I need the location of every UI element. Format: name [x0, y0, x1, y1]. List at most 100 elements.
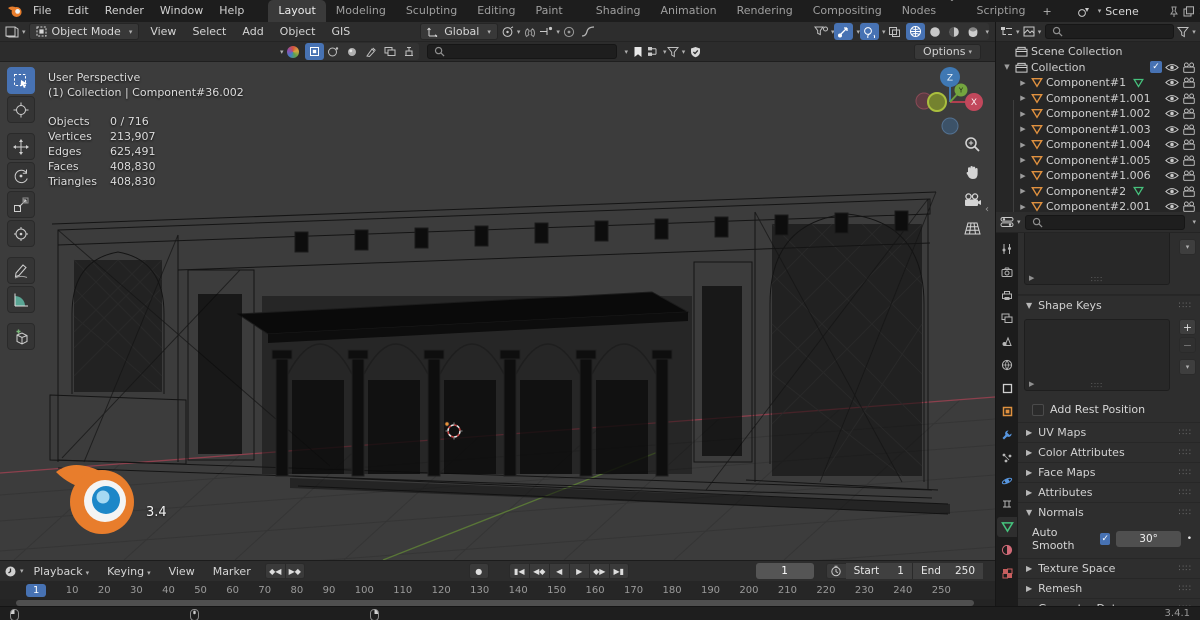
shape-keys-panel-header[interactable]: ▼ Shape Keys ∷∷ — [1018, 295, 1200, 315]
shading-rendered-button[interactable] — [963, 23, 982, 40]
jump-to-end-button[interactable]: ▶▮ — [608, 563, 629, 579]
properties-options-icon[interactable]: ▾ — [1192, 218, 1196, 226]
new-scene-icon[interactable] — [1183, 5, 1195, 18]
tab-object-data[interactable] — [997, 517, 1017, 538]
drag-grip-icon[interactable]: ∷∷ — [1179, 488, 1192, 498]
prev-keyframe-button[interactable]: ◀◆ — [528, 563, 549, 579]
outliner-row-object[interactable]: ▶ Component#1.002 — [996, 106, 1200, 122]
tab-scripting[interactable]: Scripting — [967, 0, 1036, 22]
outliner-row-collection[interactable]: ▼ Collection ✓ — [996, 60, 1200, 76]
properties-search-input[interactable] — [1024, 214, 1186, 230]
shading-material-button[interactable] — [944, 23, 963, 40]
tab-world[interactable] — [997, 355, 1017, 375]
drag-grip-icon[interactable]: ∷∷ — [1179, 584, 1192, 594]
drag-grip-icon[interactable]: ∷∷ — [1179, 468, 1192, 478]
tab-particles[interactable] — [997, 448, 1017, 468]
outliner-row-object[interactable]: ▶ Component#1.001 — [996, 91, 1200, 107]
current-frame-field[interactable]: 1 — [755, 563, 814, 579]
panel-divider[interactable] — [995, 22, 996, 606]
collapse-icon[interactable]: ▾ — [280, 48, 284, 56]
tab-tool[interactable] — [997, 239, 1017, 259]
drag-grip-icon[interactable]: ∷∷ — [1179, 428, 1192, 438]
expand-icon[interactable]: ▶ — [1018, 110, 1028, 118]
hide-viewport-icon[interactable] — [1165, 109, 1179, 118]
outliner-row-object[interactable]: ▶ Component#2 — [996, 184, 1200, 200]
tab-scene[interactable] — [997, 332, 1017, 352]
tab-animation[interactable]: Animation — [650, 0, 726, 22]
cursor-tool[interactable] — [7, 96, 35, 123]
options-button[interactable]: Options ▾ — [914, 43, 981, 60]
hide-viewport-icon[interactable] — [1165, 187, 1179, 196]
matcap-button[interactable] — [343, 43, 362, 60]
filter-funnel-icon[interactable]: ▾ — [667, 43, 686, 60]
zoom-icon[interactable] — [960, 132, 984, 156]
timeline-editor-icon[interactable]: ▾ — [4, 563, 24, 580]
disable-render-icon[interactable] — [1182, 139, 1196, 150]
pin-icon[interactable] — [1169, 5, 1179, 18]
add-cube-tool[interactable] — [7, 323, 35, 350]
uv-maps-panel-header[interactable]: ▶ UV Maps ∷∷ — [1018, 422, 1200, 442]
disable-render-icon[interactable] — [1182, 201, 1196, 212]
transform-tool[interactable] — [7, 220, 35, 247]
tab-physics[interactable] — [997, 471, 1017, 491]
menu-keying[interactable]: Keying ▾ — [99, 565, 158, 578]
rotate-tool[interactable] — [7, 162, 35, 189]
falloff-curve-icon[interactable] — [579, 23, 598, 40]
tab-output[interactable] — [997, 285, 1017, 305]
menu-render[interactable]: Render — [97, 0, 152, 22]
shading-dropdown-icon[interactable]: ▾ — [985, 28, 989, 36]
shading-solid-button[interactable] — [925, 23, 944, 40]
menu-view-timeline[interactable]: View — [161, 565, 203, 578]
pivot-point-dropdown[interactable]: ▾ — [501, 23, 520, 40]
chevron-down-icon[interactable]: ▾ — [1098, 7, 1102, 15]
move-tool[interactable] — [7, 133, 35, 160]
sphere-dots-button[interactable] — [324, 43, 343, 60]
hide-viewport-icon[interactable] — [1165, 171, 1179, 180]
shape-keys-list[interactable]: ▶ ∷∷ — [1024, 319, 1170, 391]
scene-icon[interactable] — [1077, 5, 1091, 18]
play-reverse-button[interactable]: ◀ — [548, 563, 569, 579]
menu-help[interactable]: Help — [211, 0, 252, 22]
expand-icon[interactable]: ▶ — [1018, 94, 1028, 102]
disable-render-icon[interactable] — [1182, 108, 1196, 119]
snap-target-dropdown[interactable]: ▾ — [539, 23, 560, 40]
outliner-filter-icon[interactable]: ▾ — [1177, 23, 1196, 40]
tab-view-layer[interactable] — [997, 309, 1017, 329]
overlays-toggle[interactable] — [859, 23, 879, 40]
resize-grip[interactable]: ∷∷ — [1091, 381, 1103, 390]
disable-render-icon[interactable] — [1182, 155, 1196, 166]
outliner-display-mode-icon[interactable]: ▾ — [1000, 23, 1020, 40]
expand-icon[interactable]: ▶ — [1018, 172, 1028, 180]
tab-sculpting[interactable]: Sculpting — [396, 0, 467, 22]
menu-edit[interactable]: Edit — [59, 0, 96, 22]
add-shape-key-button[interactable]: + — [1179, 319, 1196, 335]
tab-texture[interactable] — [997, 564, 1017, 584]
outliner-row-object[interactable]: ▶ Component#1.006 — [996, 168, 1200, 184]
pan-hand-icon[interactable] — [960, 160, 984, 184]
geometry-data-panel-header[interactable]: ▶Geometry Data∷∷ — [1018, 598, 1200, 606]
outliner-row-scene-collection[interactable]: Scene Collection — [996, 44, 1200, 60]
vertex-groups-specials-button[interactable]: ▾ — [1179, 239, 1196, 255]
drag-grip-icon[interactable]: ∷∷ — [1179, 448, 1192, 458]
annotate-tool[interactable] — [7, 257, 35, 284]
material-preview-sphere-icon[interactable] — [284, 43, 303, 60]
disable-render-icon[interactable] — [1182, 170, 1196, 181]
tab-shading[interactable]: Shading — [586, 0, 651, 22]
collection-tree-icon[interactable]: ▾ — [647, 43, 667, 60]
tab-modifiers[interactable] — [997, 425, 1017, 445]
tab-object-orange[interactable] — [997, 401, 1017, 421]
outliner-row-object[interactable]: ▶ Component#1.005 — [996, 153, 1200, 169]
play-button[interactable]: ▶ — [568, 563, 589, 579]
expand-icon[interactable]: ▶ — [1018, 125, 1028, 133]
tool-search-input[interactable] — [426, 44, 617, 59]
hide-viewport-icon[interactable] — [1165, 63, 1179, 72]
hide-viewport-icon[interactable] — [1165, 140, 1179, 149]
normals-panel-header[interactable]: ▼ Normals ∷∷ — [1018, 502, 1200, 522]
collection-checkbox[interactable]: ✓ — [1150, 61, 1162, 74]
shading-wireframe-button[interactable] — [906, 23, 926, 40]
tab-modeling[interactable]: Modeling — [326, 0, 396, 22]
texture-space-panel-header[interactable]: ▶ Texture Space ∷∷ — [1018, 558, 1200, 578]
region-collapse-icon[interactable]: ‹ — [985, 204, 989, 215]
orthographic-grid-icon[interactable] — [960, 216, 984, 240]
expand-icon[interactable]: ▶ — [1018, 79, 1028, 87]
